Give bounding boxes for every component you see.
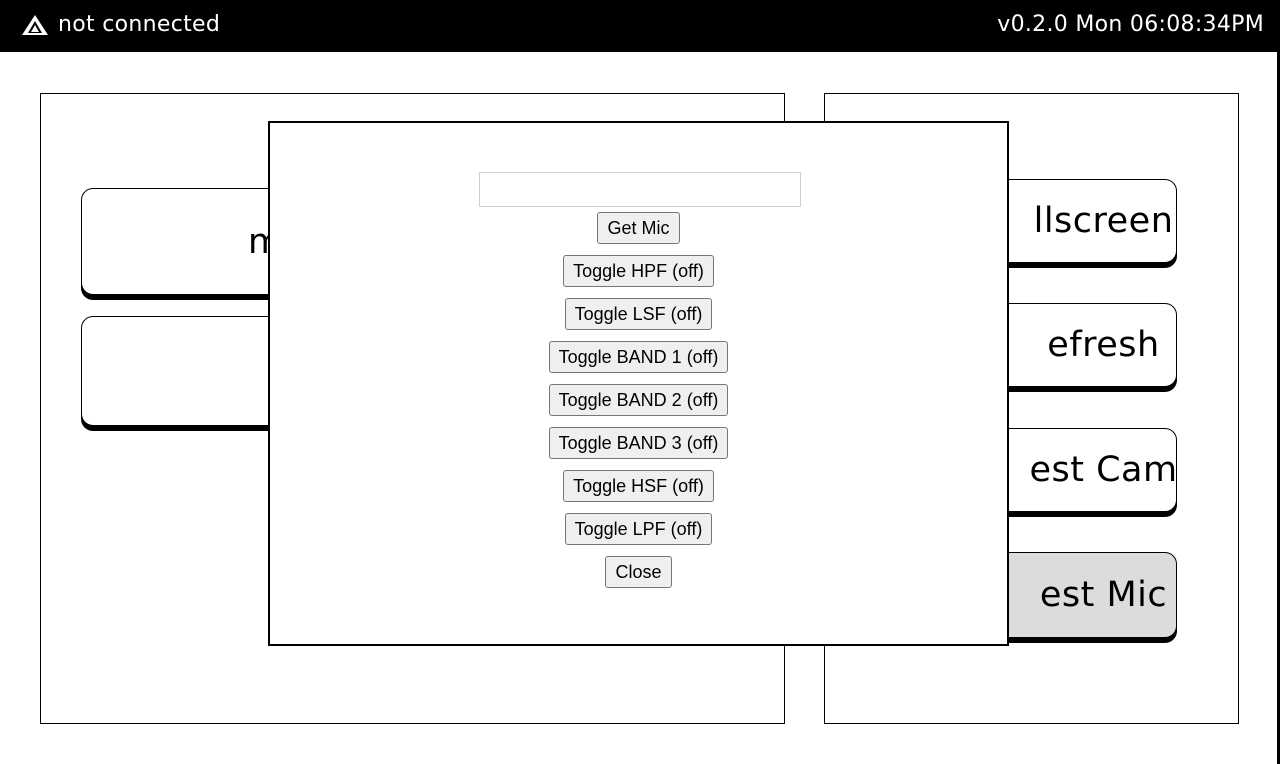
toggle-band1-button[interactable]: Toggle BAND 1 (off) [548, 341, 729, 373]
modal-button-list: Get Mic Toggle HPF (off) Toggle LSF (off… [270, 212, 1007, 599]
toggle-hsf-button[interactable]: Toggle HSF (off) [563, 470, 714, 502]
toggle-hpf-button[interactable]: Toggle HPF (off) [563, 255, 714, 287]
mic-device-input[interactable] [479, 172, 801, 207]
version-clock: v0.2.0 Mon 06:08:34PM [997, 12, 1264, 37]
close-button[interactable]: Close [605, 556, 672, 588]
top-status-bar: not connected v0.2.0 Mon 06:08:34PM [0, 0, 1280, 52]
toggle-band2-button[interactable]: Toggle BAND 2 (off) [548, 384, 729, 416]
connection-status-text: not connected [58, 12, 221, 37]
connection-status: not connected [20, 12, 220, 37]
toggle-lsf-button[interactable]: Toggle LSF (off) [564, 298, 713, 330]
mic-test-modal: Get Mic Toggle HPF (off) Toggle LSF (off… [268, 121, 1009, 646]
toggle-band3-button[interactable]: Toggle BAND 3 (off) [548, 427, 729, 459]
warning-triangle-icon [20, 13, 50, 37]
toggle-lpf-button[interactable]: Toggle LPF (off) [564, 513, 713, 545]
get-mic-button[interactable]: Get Mic [597, 212, 680, 244]
